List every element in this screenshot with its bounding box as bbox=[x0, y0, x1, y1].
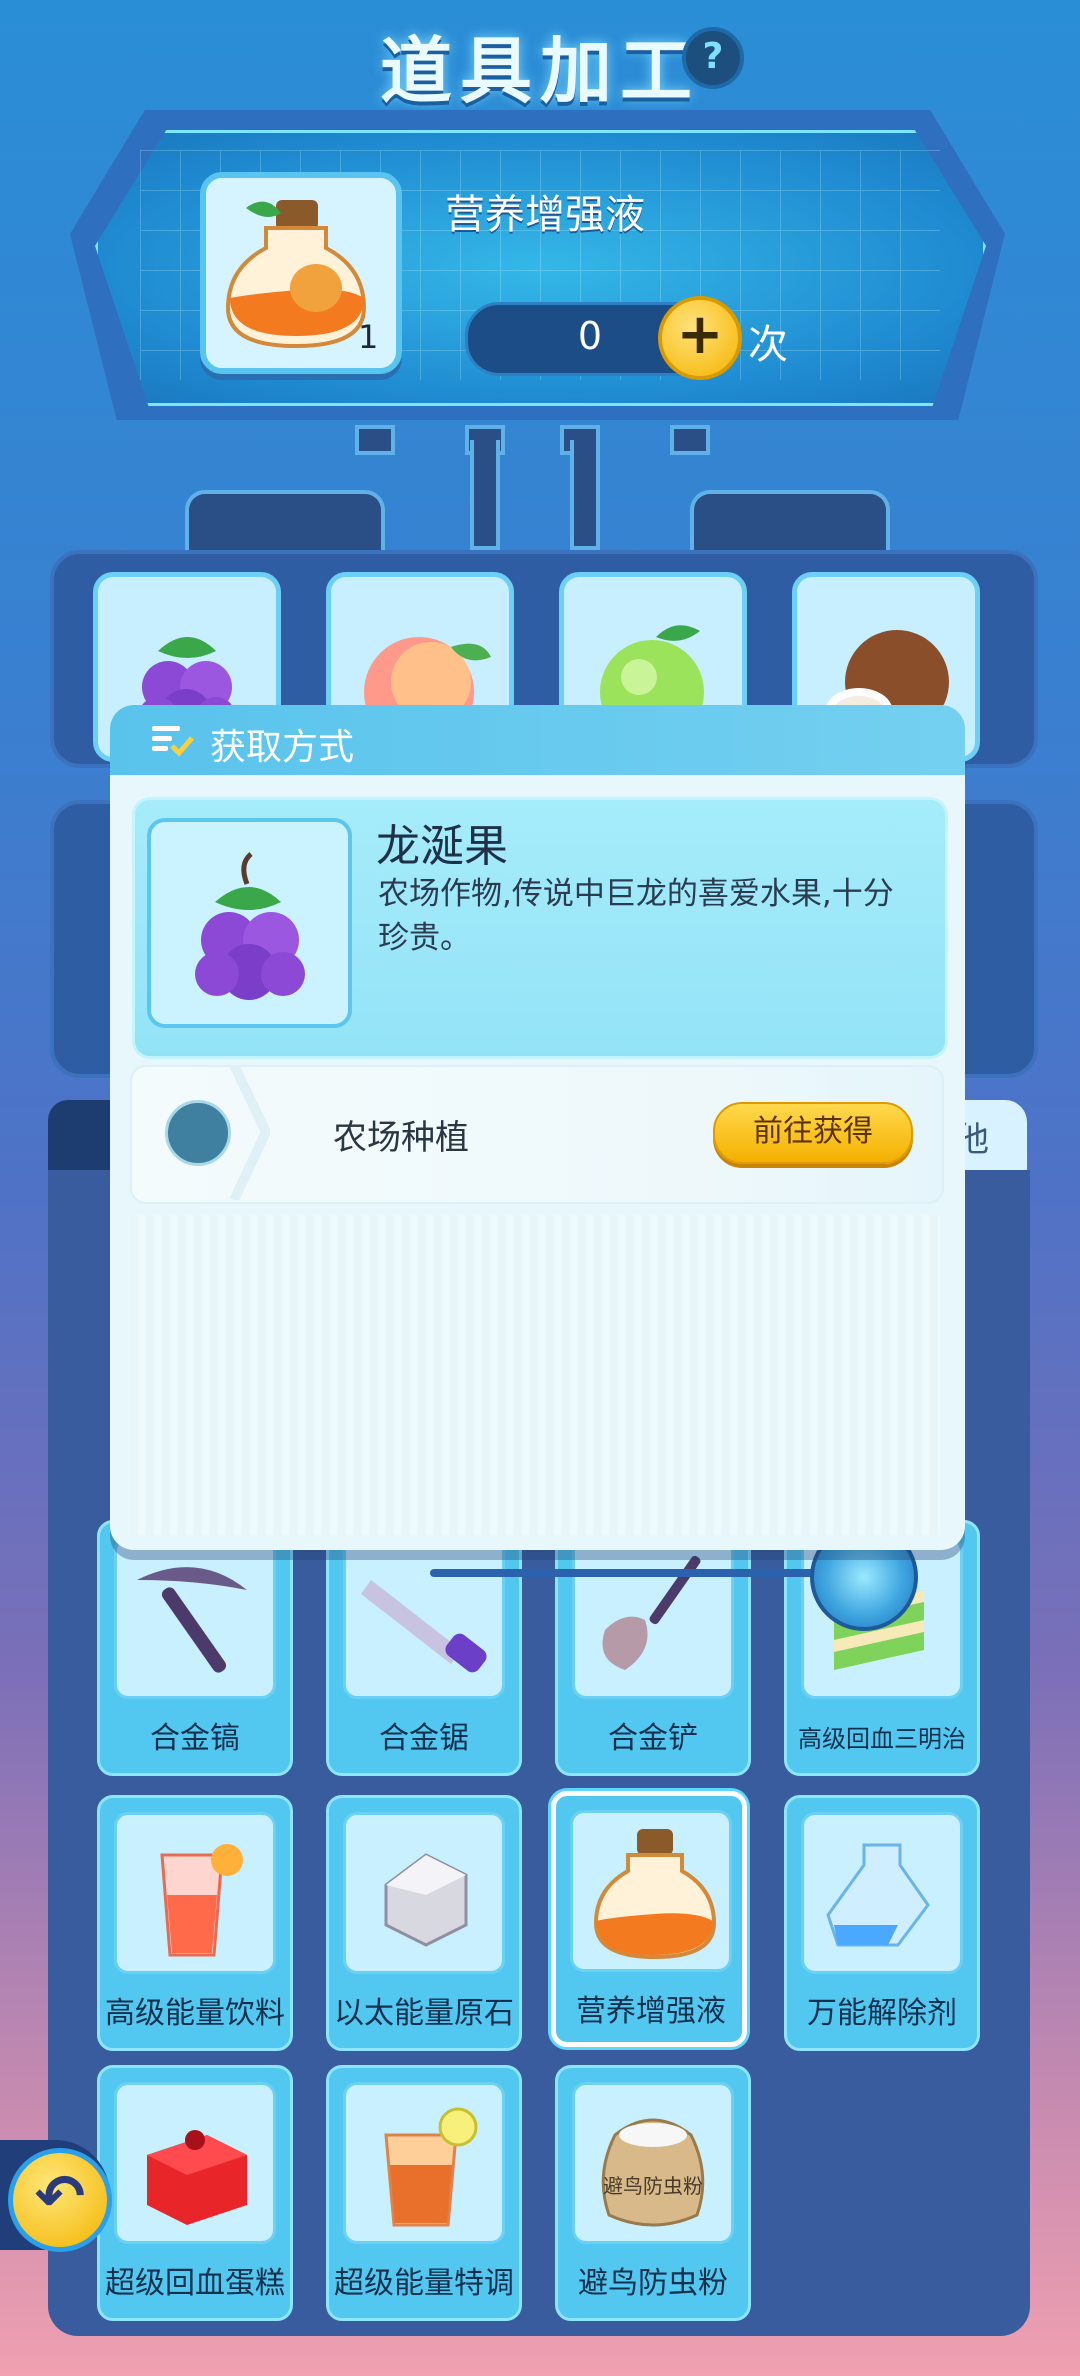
product-owned-count: 1 bbox=[358, 318, 379, 356]
pickaxe-icon bbox=[137, 1567, 247, 1673]
antidote-bottle-icon bbox=[826, 1843, 930, 1947]
item-label: 高级回血三明治 bbox=[798, 1725, 966, 1753]
info-item-description: 农场作物,传说中巨龙的喜爱水果,十分珍贵。 bbox=[378, 876, 894, 956]
item-label: 避鸟防虫粉 bbox=[578, 2266, 728, 2301]
iced-tea-icon bbox=[384, 2107, 478, 2227]
slider-track bbox=[430, 1569, 820, 1577]
pipe-connector bbox=[355, 425, 395, 455]
item-label: 合金铲 bbox=[608, 1721, 698, 1756]
item-icon-box bbox=[343, 2082, 505, 2244]
info-item-name: 龙涎果 bbox=[376, 821, 508, 872]
item-icon-box bbox=[570, 1810, 732, 1972]
item-icon-box: 避鸟防虫粉 bbox=[572, 2082, 734, 2244]
pipe bbox=[570, 440, 600, 550]
pipe bbox=[185, 490, 385, 550]
pipe bbox=[690, 490, 890, 550]
item-card[interactable]: 合金锯 bbox=[326, 1520, 522, 1776]
powder-sack-icon: 避鸟防虫粉 bbox=[601, 2118, 705, 2227]
checklist-icon bbox=[150, 722, 194, 758]
item-label: 超级回血蛋糕 bbox=[105, 2266, 285, 2301]
item-card-selected[interactable]: 营养增强液 bbox=[551, 1791, 747, 2047]
item-card[interactable]: 合金镐 bbox=[97, 1520, 293, 1776]
item-icon-box bbox=[801, 1812, 963, 1974]
pipe-connector bbox=[670, 425, 710, 455]
item-icon-box bbox=[114, 2082, 276, 2244]
item-card[interactable]: 超级回血蛋糕 bbox=[97, 2065, 293, 2321]
item-label: 合金镐 bbox=[150, 1721, 240, 1756]
back-arrow-icon[interactable]: ↶ bbox=[8, 2148, 112, 2252]
source-label: 农场种植 bbox=[333, 1118, 469, 1158]
popup-empty-area bbox=[130, 1215, 940, 1535]
grape-dragon-icon bbox=[195, 852, 305, 1000]
info-item-slot bbox=[147, 818, 352, 1028]
cake-icon bbox=[147, 2130, 247, 2225]
item-label: 以太能量原石 bbox=[334, 1996, 514, 2031]
item-card[interactable]: 避鸟防虫粉 避鸟防虫粉 bbox=[555, 2065, 751, 2321]
energy-drink-icon bbox=[160, 1844, 243, 1957]
item-label: 超级能量特调 bbox=[334, 2266, 514, 2301]
item-card[interactable]: 以太能量原石 bbox=[326, 1795, 522, 2051]
popup-title: 获取方式 bbox=[210, 727, 355, 768]
farm-shield-icon bbox=[165, 1100, 231, 1166]
ether-stone-icon bbox=[384, 1853, 468, 1947]
item-label: 高级能量饮料 bbox=[105, 1996, 285, 2031]
chevron-right-icon bbox=[229, 1062, 272, 1203]
nutrient-potion-icon bbox=[593, 1829, 717, 1960]
item-card[interactable]: 高级能量饮料 bbox=[97, 1795, 293, 2051]
help-icon[interactable]: ? bbox=[682, 27, 744, 89]
page-title-text: 道具加工 bbox=[379, 29, 700, 113]
item-icon-box bbox=[343, 1537, 505, 1699]
quantity-unit: 次 bbox=[748, 322, 788, 368]
item-label: 合金锯 bbox=[379, 1721, 469, 1756]
pipe bbox=[470, 440, 500, 550]
item-icon-box bbox=[114, 1812, 276, 1974]
shovel-icon bbox=[602, 1555, 701, 1670]
item-card[interactable]: 超级能量特调 bbox=[326, 2065, 522, 2321]
product-name: 营养增强液 bbox=[445, 192, 645, 238]
item-icon-box bbox=[114, 1537, 276, 1699]
item-icon-box bbox=[343, 1812, 505, 1974]
increase-quantity-button[interactable]: + bbox=[658, 296, 742, 380]
page-title: 道具加工 bbox=[0, 12, 1080, 117]
sack-text: 避鸟防虫粉 bbox=[603, 2174, 703, 2198]
item-card[interactable]: 合金铲 bbox=[555, 1520, 751, 1776]
goto-acquire-button[interactable]: 前往获得 bbox=[713, 1102, 913, 1164]
saw-icon bbox=[361, 1580, 487, 1673]
item-label: 万能解除剂 bbox=[807, 1996, 957, 2031]
item-card[interactable]: 万能解除剂 bbox=[784, 1795, 980, 2051]
item-label: 营养增强液 bbox=[576, 1994, 726, 2029]
item-icon-box bbox=[572, 1537, 734, 1699]
